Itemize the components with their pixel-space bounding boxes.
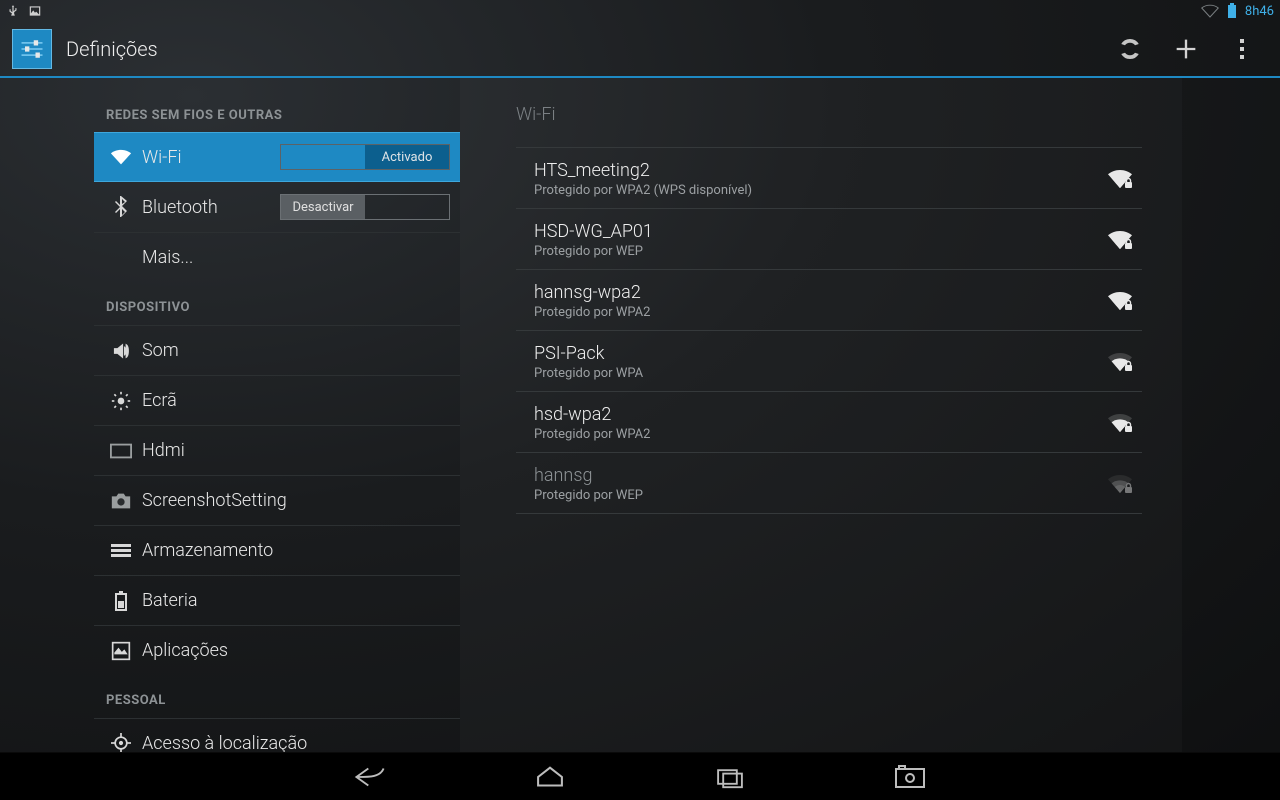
bluetooth-icon — [106, 196, 136, 218]
usb-icon — [6, 4, 20, 18]
clock-text: 8h46 — [1245, 4, 1274, 19]
sidebar-item-label: Aplicações — [142, 640, 450, 661]
settings-app-icon — [12, 29, 52, 69]
section-device: DISPOSITIVO — [94, 282, 460, 325]
camera-icon — [106, 492, 136, 510]
wifi-security: Protegido por WPA2 — [534, 305, 1098, 320]
wifi-signal-icon — [1098, 229, 1142, 251]
sidebar-item-display[interactable]: Ecrã — [94, 375, 460, 425]
brightness-icon — [106, 391, 136, 411]
wifi-detail-pane: Wi-Fi HTS_meeting2 Protegido por WPA2 (W… — [460, 78, 1182, 752]
wifi-ssid: HTS_meeting2 — [534, 160, 1098, 181]
sidebar-item-sound[interactable]: Som — [94, 325, 460, 375]
picture-icon — [28, 4, 42, 18]
sidebar-item-hdmi[interactable]: Hdmi — [94, 425, 460, 475]
sound-icon — [106, 341, 136, 361]
sidebar-item-label: ScreenshotSetting — [142, 490, 450, 511]
system-nav-bar — [0, 752, 1280, 800]
sidebar-item-screenshot[interactable]: ScreenshotSetting — [94, 475, 460, 525]
wifi-ssid: HSD-WG_AP01 — [534, 221, 1098, 242]
section-wireless: REDES SEM FIOS E OUTRAS — [94, 78, 460, 133]
wifi-security: Protegido por WEP — [534, 488, 1098, 503]
wifi-ssid: hannsg-wpa2 — [534, 282, 1098, 303]
wifi-toggle[interactable]: Activado — [280, 144, 450, 170]
overflow-menu-button[interactable] — [1214, 21, 1270, 77]
sidebar-item-more[interactable]: Mais... — [94, 232, 460, 282]
wifi-signal-icon — [1098, 168, 1142, 190]
detail-title: Wi-Fi — [460, 78, 1182, 147]
wifi-signal-icon — [1201, 4, 1219, 18]
apps-icon — [106, 641, 136, 661]
wifi-security: Protegido por WPA2 (WPS disponível) — [534, 183, 1098, 198]
sidebar-item-bluetooth[interactable]: Bluetooth Desactivar — [94, 182, 460, 232]
wifi-network-row[interactable]: hannsg Protegido por WEP — [516, 452, 1142, 514]
wifi-network-row[interactable]: HTS_meeting2 Protegido por WPA2 (WPS dis… — [516, 147, 1142, 208]
wifi-icon — [106, 148, 136, 166]
wifi-security: Protegido por WEP — [534, 244, 1098, 259]
sidebar-item-label: Bateria — [142, 590, 450, 611]
wifi-signal-icon — [1098, 290, 1142, 312]
bluetooth-toggle[interactable]: Desactivar — [280, 194, 450, 220]
screenshot-button[interactable] — [880, 757, 940, 797]
sidebar-item-label: Acesso à localização — [142, 733, 450, 753]
battery-icon — [1227, 3, 1237, 19]
action-bar: Definições — [0, 22, 1280, 78]
wifi-security: Protegido por WPA — [534, 366, 1098, 381]
wifi-security: Protegido por WPA2 — [534, 427, 1098, 442]
add-network-button[interactable] — [1158, 21, 1214, 77]
wps-button[interactable] — [1102, 21, 1158, 77]
sidebar-item-apps[interactable]: Aplicações — [94, 625, 460, 675]
sidebar-item-location[interactable]: Acesso à localização — [94, 718, 460, 752]
wifi-network-row[interactable]: PSI-Pack Protegido por WPA — [516, 330, 1142, 391]
wifi-network-row[interactable]: HSD-WG_AP01 Protegido por WEP — [516, 208, 1142, 269]
sidebar-item-label: Ecrã — [142, 390, 450, 411]
wifi-ssid: PSI-Pack — [534, 343, 1098, 364]
wifi-network-row[interactable]: hsd-wpa2 Protegido por WPA2 — [516, 391, 1142, 452]
location-icon — [106, 733, 136, 752]
wifi-ssid: hsd-wpa2 — [534, 404, 1098, 425]
wifi-signal-icon — [1098, 351, 1142, 373]
wifi-signal-icon — [1098, 473, 1142, 495]
sidebar-item-label: Som — [142, 340, 450, 361]
storage-icon — [106, 543, 136, 559]
sidebar-item-label: Mais... — [142, 247, 450, 268]
settings-sidebar: REDES SEM FIOS E OUTRAS Wi-Fi Activado B… — [94, 78, 460, 752]
sidebar-item-label: Bluetooth — [142, 197, 280, 218]
sidebar-item-label: Armazenamento — [142, 540, 450, 561]
home-button[interactable] — [520, 757, 580, 797]
battery-icon — [106, 591, 136, 611]
sidebar-item-battery[interactable]: Bateria — [94, 575, 460, 625]
sidebar-item-wifi[interactable]: Wi-Fi Activado — [94, 132, 460, 182]
hdmi-icon — [106, 443, 136, 459]
recents-button[interactable] — [700, 757, 760, 797]
back-button[interactable] — [340, 757, 400, 797]
wifi-ssid: hannsg — [534, 465, 1098, 486]
wifi-network-row[interactable]: hannsg-wpa2 Protegido por WPA2 — [516, 269, 1142, 330]
status-bar: 8h46 — [0, 0, 1280, 22]
sidebar-item-label: Hdmi — [142, 440, 450, 461]
sidebar-item-label: Wi-Fi — [142, 147, 280, 168]
section-personal: PESSOAL — [94, 675, 460, 718]
wifi-signal-icon — [1098, 412, 1142, 434]
sidebar-item-storage[interactable]: Armazenamento — [94, 525, 460, 575]
page-title: Definições — [66, 37, 158, 61]
